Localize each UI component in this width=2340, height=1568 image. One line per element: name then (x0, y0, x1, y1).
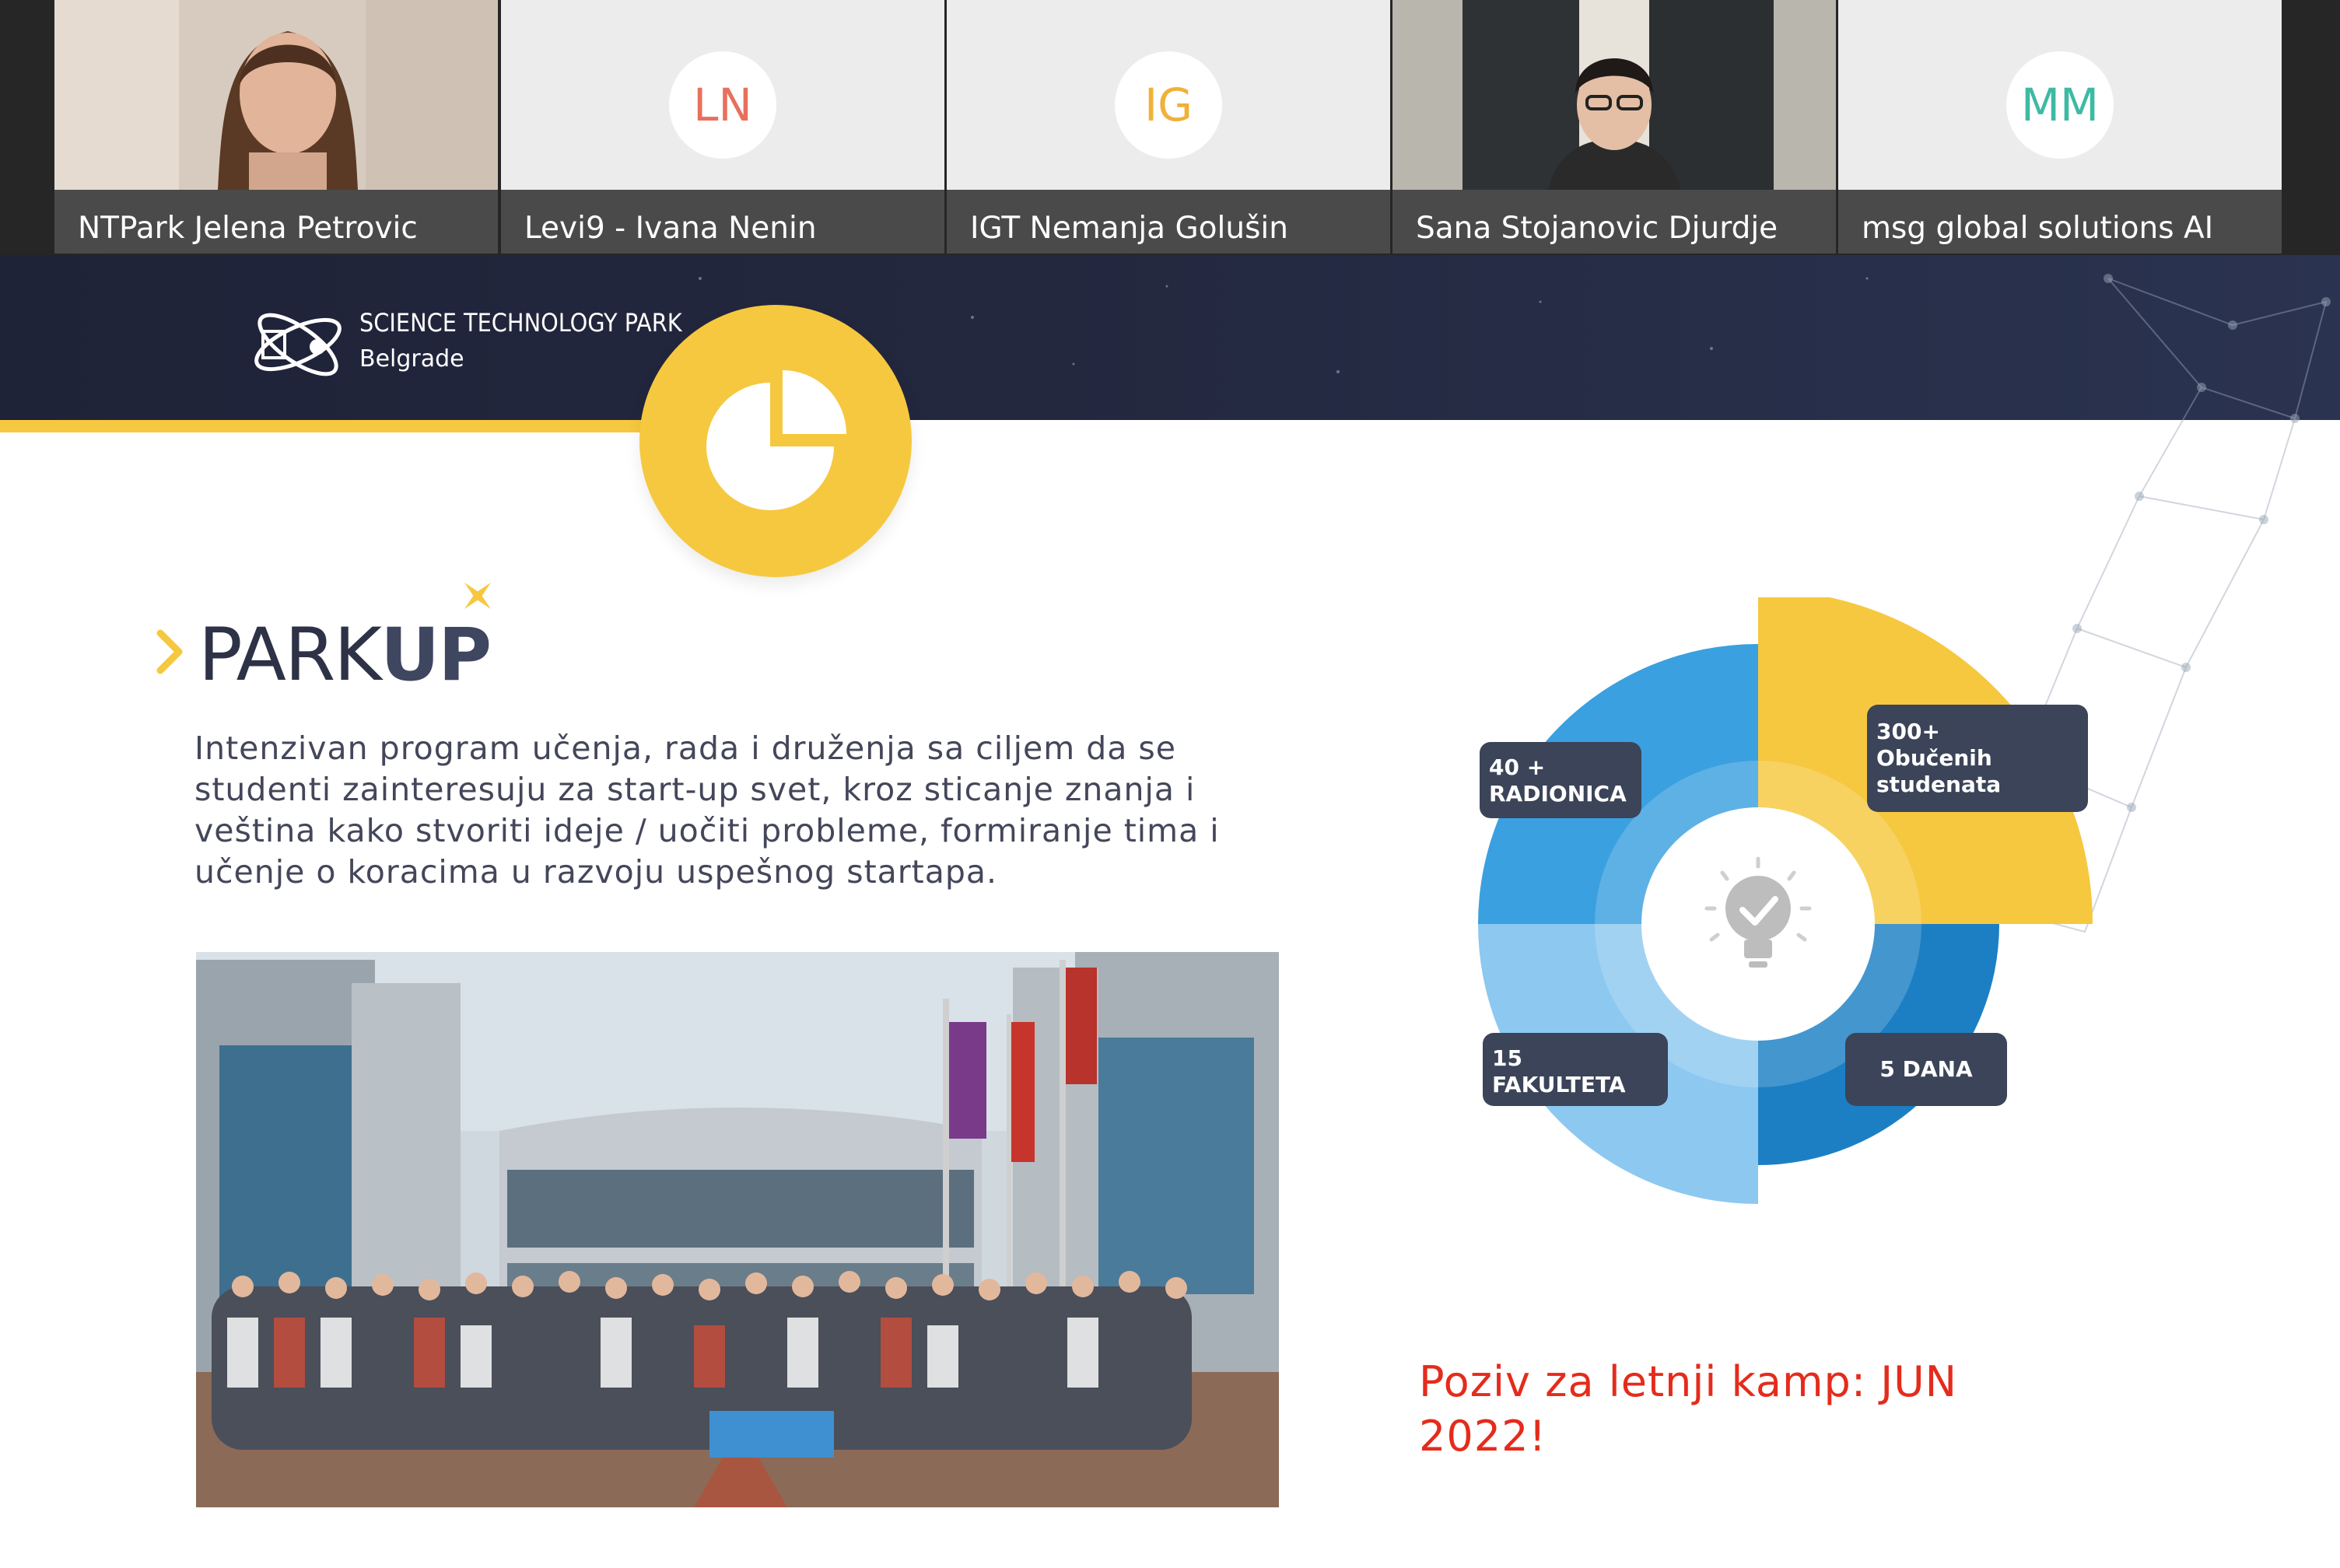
participant-tile-3[interactable]: IG IGT Nemanja Golušin (947, 0, 1390, 254)
participant-name: msg global solutions AI (1862, 211, 2214, 246)
stat-label: studenata (1876, 772, 2002, 797)
stat-label: FAKULTETA (1492, 1072, 1626, 1097)
participant-name: Sana Stojanovic Djurdje (1416, 211, 1778, 246)
participant-tile-4[interactable]: Sana Stojanovic Djurdje (1392, 0, 1836, 254)
stat-label: RADIONICA (1489, 781, 1627, 807)
logo-text-primary: SCIENCE TECHNOLOGY PARK (359, 308, 682, 338)
logo-text-secondary: Belgrade (359, 345, 464, 373)
chevron-right-icon (156, 629, 183, 674)
stat-radionica: 40 + RADIONICA (1480, 742, 1641, 818)
parkup-logo-up: UP (380, 613, 492, 698)
participant-tile-5[interactable]: MM msg global solutions AI (1838, 0, 2282, 254)
participant-video (54, 0, 498, 190)
stat-value: 300+ (1876, 719, 1940, 744)
star-icon (464, 583, 491, 609)
stat-studenti: 300+ Obučenih studenata (1867, 705, 2088, 812)
avatar-initials: IG (1144, 79, 1193, 131)
program-description: Intenzivan program učenja, rada i družen… (194, 730, 1220, 891)
pie-chart-icon (706, 370, 846, 510)
stp-logo-icon (254, 313, 342, 376)
participant-video (1392, 0, 1836, 190)
stat-value: 15 (1492, 1045, 1522, 1071)
participant-name: Levi9 - Ivana Nenin (524, 211, 817, 246)
participant-name: NTPark Jelena Petrovic (78, 211, 418, 246)
group-photo (196, 952, 1279, 1507)
stat-fakulteta: 15 FAKULTETA (1483, 1033, 1668, 1106)
stats-infographic (1478, 597, 2093, 1204)
chart-badge (639, 305, 912, 577)
parkup-logo-park: PARK (198, 613, 382, 698)
avatar-initials: MM (2020, 79, 2100, 131)
participant-strip: NTPark Jelena Petrovic LN Levi9 - Ivana … (0, 0, 2340, 255)
participant-tile-2[interactable]: LN Levi9 - Ivana Nenin (501, 0, 944, 254)
stat-value: 40 + (1489, 754, 1546, 780)
stat-label: Obučenih (1876, 745, 1992, 771)
participant-avatar: LN (669, 51, 776, 159)
stat-dana: 5 DANA (1845, 1033, 2007, 1106)
summer-camp-call: Poziv za letnji kamp: JUN 2022! (1419, 1357, 1958, 1461)
participant-avatar: MM (2006, 51, 2114, 159)
participant-avatar: IG (1115, 51, 1222, 159)
participant-tile-1[interactable]: NTPark Jelena Petrovic (54, 0, 498, 254)
participant-name: IGT Nemanja Golušin (970, 211, 1288, 246)
parkup-logo: PARKUP (198, 613, 492, 698)
stat-value: 5 DANA (1879, 1056, 1973, 1082)
avatar-initials: LN (693, 79, 752, 131)
